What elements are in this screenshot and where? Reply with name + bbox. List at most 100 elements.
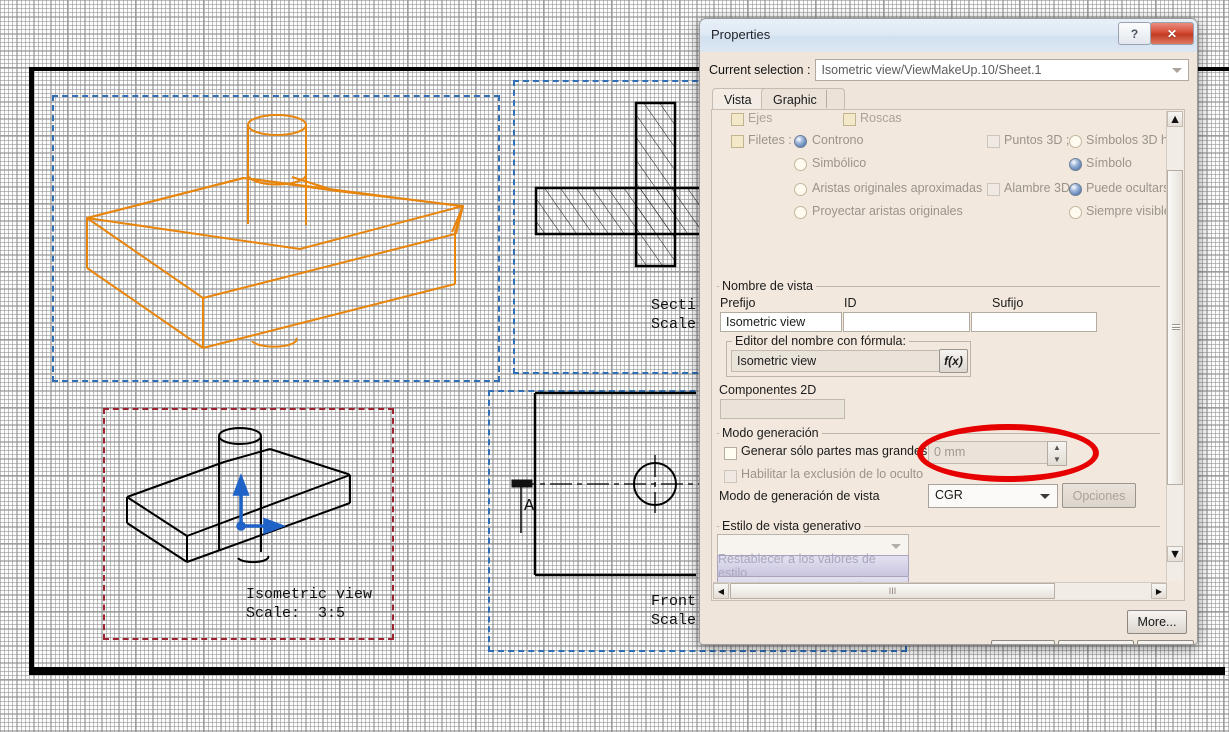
label-aristas-aproximadas: Aristas originales aproximadas	[812, 181, 983, 195]
label-puede-ocultarse: Puede ocultars	[1086, 181, 1170, 195]
checkbox-filetes[interactable]	[731, 135, 744, 148]
label-modo-generacion-vista: Modo de generación de vista	[719, 489, 880, 503]
label-proyectar-aristas: Proyectar aristas originales	[812, 204, 963, 218]
checkbox-alambre-3d[interactable]	[987, 183, 1000, 196]
more-button[interactable]: More...	[1127, 610, 1187, 634]
radio-aristas-aproximadas[interactable]	[794, 183, 807, 196]
apply-button[interactable]: Apply	[1058, 640, 1134, 644]
id-input[interactable]	[843, 312, 970, 332]
label-exclusion-oculto: Habilitar la exclusión de lo oculto	[741, 467, 924, 481]
group-line-editor-formula-bottom	[726, 376, 971, 377]
current-selection-combo[interactable]: Isometric view/ViewMakeUp.10/Sheet.1	[815, 59, 1189, 81]
checkbox-exclusion-oculto[interactable]	[724, 470, 737, 483]
front-view-label-line1: Front	[651, 593, 697, 610]
section-mark-label: A	[524, 497, 535, 516]
section-view-label-line1: Secti	[651, 297, 697, 314]
reset-style-button[interactable]: Restablecer a los valores de estilo	[717, 552, 909, 580]
vertical-scrollbar[interactable]: ▲ ▼	[1166, 111, 1183, 581]
opciones-button[interactable]: Opciones	[1062, 483, 1136, 508]
vertical-scroll-thumb[interactable]	[1167, 170, 1183, 485]
dialog-titlebar[interactable]: Properties ? ✕	[700, 19, 1197, 53]
dialog-close-button[interactable]: Close	[1137, 640, 1194, 644]
label-componentes-2d: Componentes 2D	[719, 383, 817, 397]
label-alambre-3d: Alambre 3D	[1004, 181, 1070, 195]
label-generar-solo-partes: Generar sólo partes mas grandes que	[741, 444, 952, 458]
view-generation-mode-combo[interactable]: CGR	[928, 484, 1058, 508]
tabstrip[interactable]: Vista Graphic	[712, 88, 1182, 111]
radio-siempre-visible[interactable]	[1069, 206, 1082, 219]
group-title-estilo-vista: Estilo de vista generativo	[719, 519, 864, 533]
chevron-down-icon	[1172, 68, 1182, 73]
label-simbolico: Simbólico	[812, 156, 867, 170]
current-selection-row: Current selection : Isometric view/ViewM…	[709, 59, 1189, 81]
label-simbolo: Símbolo	[1086, 156, 1132, 170]
isometric-view-label-line2: Scale: 3:5	[246, 605, 346, 622]
radio-simbolico[interactable]	[794, 158, 807, 171]
prefijo-value: Isometric view	[726, 315, 806, 329]
front-view-label-line2: Scale	[651, 612, 697, 629]
min-size-input[interactable]: 0 mm	[928, 441, 1048, 464]
label-controno: Controno	[812, 133, 864, 147]
horizontal-scroll-thumb[interactable]: III	[730, 583, 1055, 599]
label-simbolos-3d-heredados: Símbolos 3D he	[1086, 133, 1175, 147]
dialog-body: Current selection : Isometric view/ViewM…	[700, 52, 1197, 644]
hscroll-grip: III	[888, 586, 897, 596]
checkbox-ejes[interactable]	[731, 113, 744, 126]
tab-graphic[interactable]: Graphic	[761, 88, 845, 111]
tab-page-content: Ejes Roscas Filetes : Controno Simbólico…	[712, 110, 1175, 598]
stepper-up-icon[interactable]: ▲	[1048, 442, 1066, 454]
checkbox-generar-solo-partes[interactable]	[724, 447, 737, 460]
formula-input[interactable]: Isometric view	[731, 350, 940, 372]
tab-graphic-label: Graphic	[773, 93, 817, 107]
componentes-2d-input[interactable]	[720, 399, 845, 419]
chevron-down-icon	[891, 544, 901, 549]
current-selection-label: Current selection :	[709, 63, 811, 77]
stepper-down-icon[interactable]: ▼	[1048, 454, 1066, 466]
checkbox-puntos-3d[interactable]	[987, 135, 1000, 148]
min-size-value: 0 mm	[934, 445, 966, 459]
label-puntos-3d: Puntos 3D ;	[1004, 133, 1070, 147]
column-header-id: ID	[844, 296, 857, 310]
close-icon[interactable]: ✕	[1150, 22, 1194, 45]
tab-separator	[826, 90, 827, 108]
radio-puede-ocultarse[interactable]	[1069, 183, 1082, 196]
properties-dialog[interactable]: Properties ? ✕ Current selection : Isome…	[699, 18, 1198, 645]
label-roscas: Roscas	[860, 111, 902, 125]
chevron-down-icon	[1040, 494, 1050, 499]
section-view-label-line2: Scale	[651, 316, 697, 333]
radio-simbolo[interactable]	[1069, 158, 1082, 171]
min-size-stepper[interactable]: ▲ ▼	[1047, 441, 1067, 466]
radio-controno[interactable]	[794, 135, 807, 148]
group-title-modo-generacion: Modo generación	[719, 426, 822, 440]
prefijo-input[interactable]: Isometric view	[720, 312, 842, 332]
sheet-bottom-border	[29, 667, 1225, 675]
scroll-right-icon[interactable]: ▶	[1151, 583, 1167, 599]
formula-editor-button[interactable]: f(x)	[939, 349, 968, 373]
scroll-up-icon[interactable]: ▲	[1167, 111, 1183, 127]
ok-button[interactable]: OK	[991, 640, 1055, 644]
view-generation-mode-value: CGR	[935, 488, 963, 502]
radio-proyectar-aristas[interactable]	[794, 206, 807, 219]
scroll-thumb-grip	[1172, 323, 1180, 330]
more-button-label: More...	[1137, 615, 1177, 629]
column-header-sufijo: Sufijo	[992, 296, 1024, 310]
group-line-editor-formula-right	[970, 341, 971, 376]
formula-value: Isometric view	[737, 354, 817, 368]
dialog-title: Properties	[711, 27, 771, 42]
isometric-view-label-line1: Isometric view	[246, 586, 373, 603]
checkbox-roscas[interactable]	[843, 113, 856, 126]
sufijo-input[interactable]	[971, 312, 1097, 332]
group-title-nombre-de-vista: Nombre de vista	[719, 279, 817, 293]
label-siempre-visible: Siempre visible	[1086, 204, 1171, 218]
tab-page-vista: Ejes Roscas Filetes : Controno Simbólico…	[711, 109, 1185, 601]
group-title-editor-formula: Editor del nombre con fórmula:	[732, 334, 909, 348]
scroll-left-icon[interactable]: ◀	[713, 583, 729, 599]
help-icon[interactable]: ?	[1118, 22, 1151, 45]
scroll-down-icon[interactable]: ▼	[1167, 546, 1183, 562]
group-line-editor-formula-left	[726, 341, 727, 376]
label-ejes: Ejes	[748, 111, 773, 125]
radio-simbolos-3d-heredados[interactable]	[1069, 135, 1082, 148]
horizontal-scrollbar[interactable]: ◀ III ▶	[713, 582, 1167, 599]
tab-vista-label: Vista	[724, 93, 752, 107]
column-header-prefijo: Prefijo	[720, 296, 756, 310]
